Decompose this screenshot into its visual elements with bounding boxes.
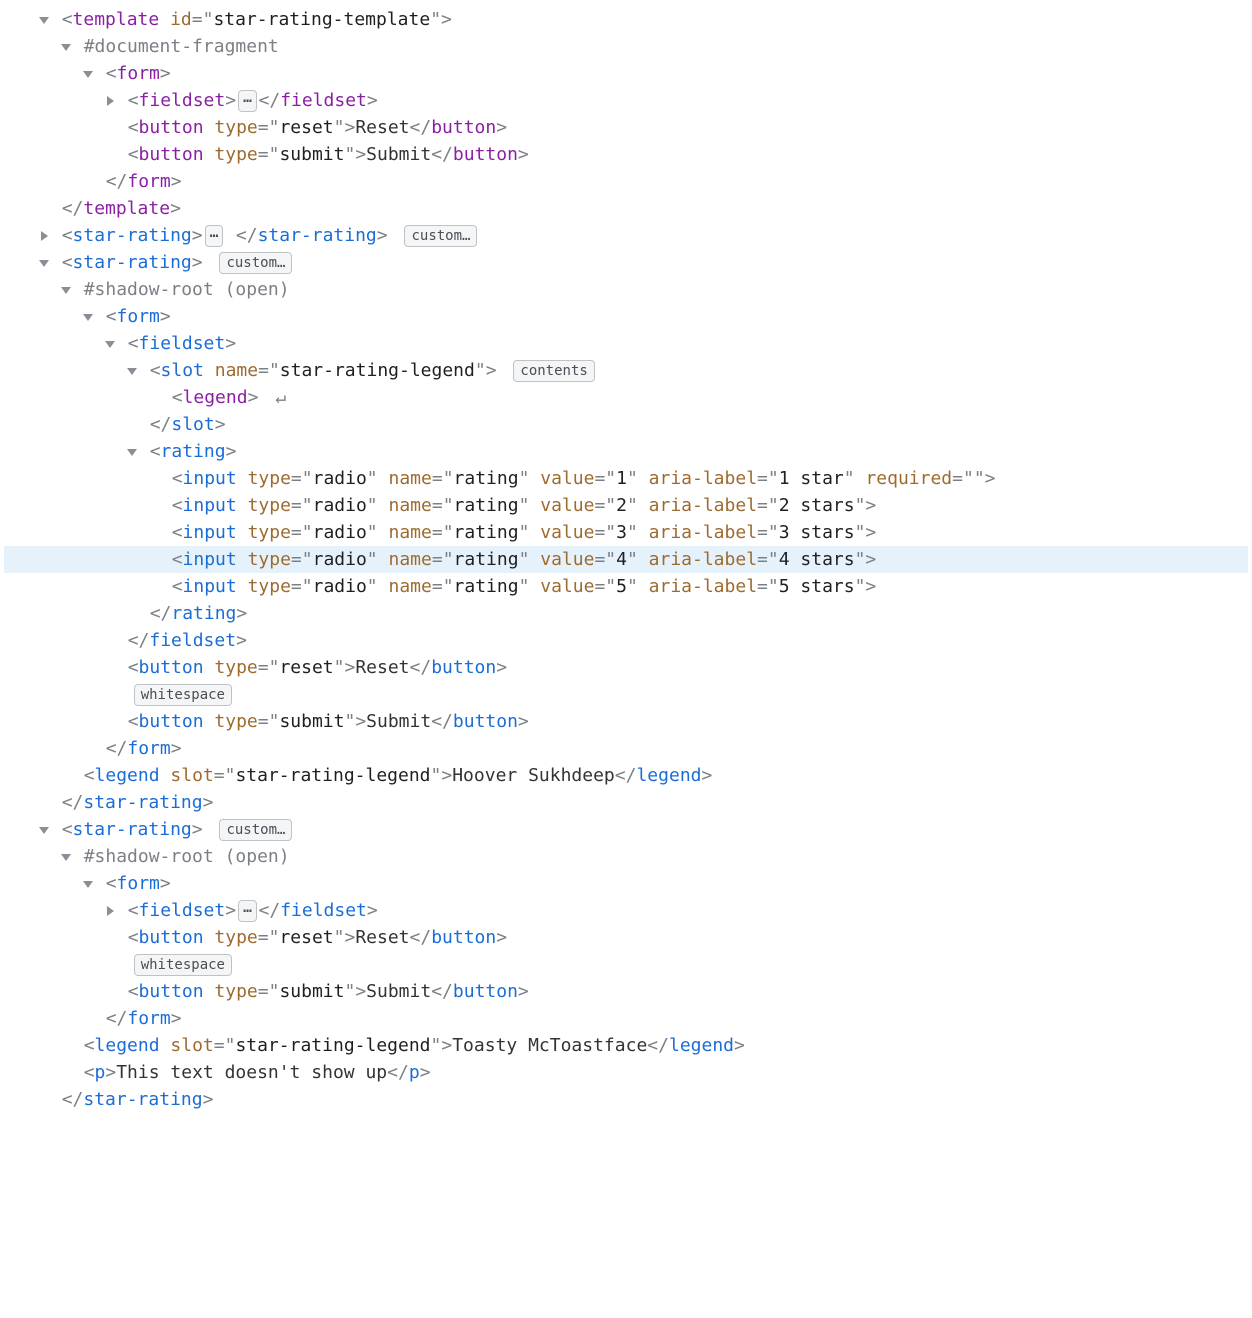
node-star-rating-collapsed[interactable]: <star-rating>⋯ </star-rating> custom… xyxy=(4,222,1248,249)
node-rating-open[interactable]: <rating> xyxy=(4,438,1248,465)
node-template-open[interactable]: <template id="star-rating-template"> xyxy=(4,6,1248,33)
newline-icon: ↵ xyxy=(269,387,286,408)
node-star-rating-close-2[interactable]: </star-rating> xyxy=(4,789,1248,816)
node-legend-empty[interactable]: <legend> ↵ xyxy=(4,384,1248,411)
node-fieldset-collapsed-blue[interactable]: <fieldset>⋯</fieldset> xyxy=(4,897,1248,924)
node-shadow-root-3[interactable]: #shadow-root (open) xyxy=(4,843,1248,870)
node-fieldset-close-blue[interactable]: </fieldset> xyxy=(4,627,1248,654)
node-button-reset-blue[interactable]: <button type="reset">Reset</button> xyxy=(4,654,1248,681)
expand-toggle-down-icon[interactable] xyxy=(37,249,51,276)
node-star-rating-open-3[interactable]: <star-rating> custom… xyxy=(4,816,1248,843)
node-fieldset-collapsed[interactable]: <fieldset>⋯</fieldset> xyxy=(4,87,1248,114)
expand-toggle-down-icon[interactable] xyxy=(103,330,117,357)
node-form-close-blue[interactable]: </form> xyxy=(4,735,1248,762)
node-button-submit-blue-3[interactable]: <button type="submit">Submit</button> xyxy=(4,978,1248,1005)
expand-toggle-right-icon[interactable] xyxy=(103,897,117,924)
expand-toggle-down-icon[interactable] xyxy=(81,60,95,87)
node-star-rating-close-3[interactable]: </star-rating> xyxy=(4,1086,1248,1113)
ellipsis-badge[interactable]: ⋯ xyxy=(238,90,256,112)
custom-element-badge[interactable]: custom… xyxy=(404,225,477,247)
whitespace-badge[interactable]: whitespace xyxy=(134,684,232,706)
node-input-2[interactable]: <input type="radio" name="rating" value=… xyxy=(4,492,1248,519)
expand-toggle-down-icon[interactable] xyxy=(81,870,95,897)
node-input-3[interactable]: <input type="radio" name="rating" value=… xyxy=(4,519,1248,546)
custom-element-badge[interactable]: custom… xyxy=(219,252,292,274)
node-whitespace[interactable]: whitespace xyxy=(4,681,1248,708)
node-star-rating-open-2[interactable]: <star-rating> custom… xyxy=(4,249,1248,276)
dom-tree: <template id="star-rating-template"> #do… xyxy=(0,0,1252,1153)
node-form-open-blue[interactable]: <form> xyxy=(4,303,1248,330)
node-shadow-root[interactable]: #shadow-root (open) xyxy=(4,276,1248,303)
node-button-reset-blue-3[interactable]: <button type="reset">Reset</button> xyxy=(4,924,1248,951)
node-legend-hoover[interactable]: <legend slot="star-rating-legend">Hoover… xyxy=(4,762,1248,789)
contents-badge[interactable]: contents xyxy=(513,360,594,382)
node-hidden-p[interactable]: <p>This text doesn't show up</p> xyxy=(4,1059,1248,1086)
expand-toggle-down-icon[interactable] xyxy=(37,6,51,33)
node-fieldset-open-blue[interactable]: <fieldset> xyxy=(4,330,1248,357)
node-slot-open[interactable]: <slot name="star-rating-legend"> content… xyxy=(4,357,1248,384)
node-document-fragment[interactable]: #document-fragment xyxy=(4,33,1248,60)
node-input-1[interactable]: <input type="radio" name="rating" value=… xyxy=(4,465,1248,492)
node-input-4-selected[interactable]: <input type="radio" name="rating" value=… xyxy=(4,546,1248,573)
node-button-reset[interactable]: <button type="reset">Reset</button> xyxy=(4,114,1248,141)
expand-toggle-right-icon[interactable] xyxy=(103,87,117,114)
custom-element-badge[interactable]: custom… xyxy=(219,819,292,841)
node-slot-close[interactable]: </slot> xyxy=(4,411,1248,438)
node-rating-close[interactable]: </rating> xyxy=(4,600,1248,627)
node-legend-toasty[interactable]: <legend slot="star-rating-legend">Toasty… xyxy=(4,1032,1248,1059)
expand-toggle-down-icon[interactable] xyxy=(81,303,95,330)
node-form-open-blue-3[interactable]: <form> xyxy=(4,870,1248,897)
expand-toggle-down-icon[interactable] xyxy=(59,33,73,60)
expand-toggle-down-icon[interactable] xyxy=(125,357,139,384)
node-template-close[interactable]: </template> xyxy=(4,195,1248,222)
ellipsis-badge[interactable]: ⋯ xyxy=(205,225,223,247)
expand-toggle-right-icon[interactable] xyxy=(37,222,51,249)
whitespace-badge[interactable]: whitespace xyxy=(134,954,232,976)
node-button-submit-blue[interactable]: <button type="submit">Submit</button> xyxy=(4,708,1248,735)
node-form-open[interactable]: <form> xyxy=(4,60,1248,87)
node-form-close[interactable]: </form> xyxy=(4,168,1248,195)
expand-toggle-down-icon[interactable] xyxy=(59,843,73,870)
expand-toggle-down-icon[interactable] xyxy=(37,816,51,843)
node-button-submit[interactable]: <button type="submit">Submit</button> xyxy=(4,141,1248,168)
node-whitespace-3[interactable]: whitespace xyxy=(4,951,1248,978)
node-input-5[interactable]: <input type="radio" name="rating" value=… xyxy=(4,573,1248,600)
ellipsis-badge[interactable]: ⋯ xyxy=(238,900,256,922)
expand-toggle-down-icon[interactable] xyxy=(59,276,73,303)
node-form-close-blue-3[interactable]: </form> xyxy=(4,1005,1248,1032)
expand-toggle-down-icon[interactable] xyxy=(125,438,139,465)
